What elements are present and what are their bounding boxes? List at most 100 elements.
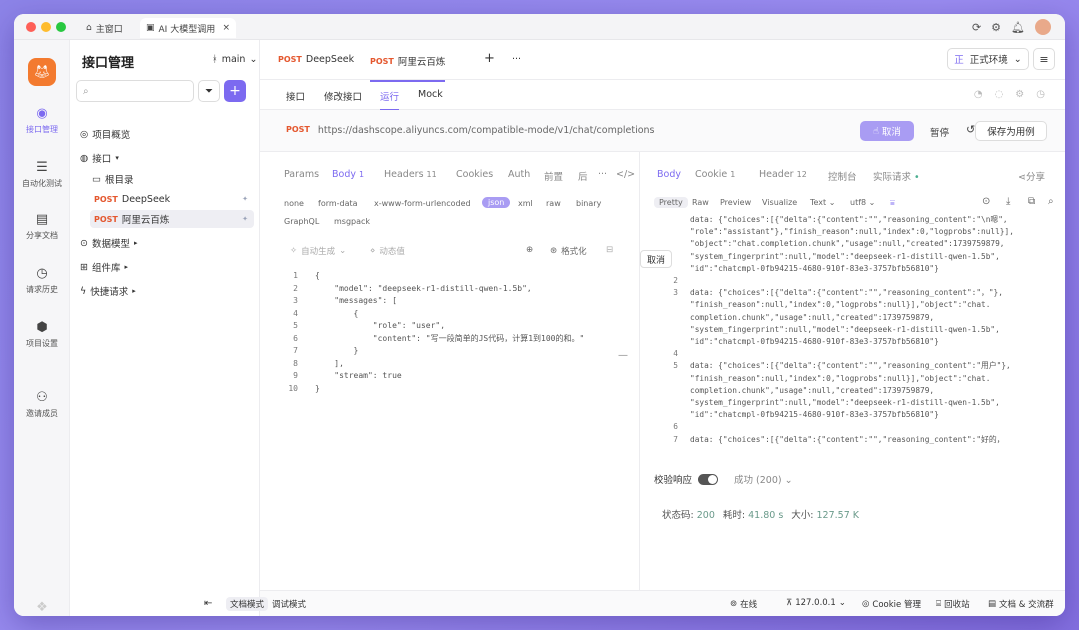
tab-deepseek[interactable]: POST DeepSeek: [278, 54, 354, 65]
bell-icon[interactable]: 🔔︎: [1011, 21, 1025, 34]
gear-icon[interactable]: ⚙: [991, 21, 1001, 34]
tab-main-window[interactable]: ⌂ 主窗口: [80, 18, 129, 38]
filter-icon[interactable]: ⩸: [890, 198, 895, 208]
req-tab-body[interactable]: Body 1: [332, 169, 364, 180]
minimize-window-button[interactable]: [41, 22, 51, 32]
search-input[interactable]: ⌕: [76, 80, 194, 102]
req-tab-auth[interactable]: Auth: [508, 169, 530, 180]
validation-select[interactable]: 成功 (200) ⌄: [734, 472, 793, 486]
view-text[interactable]: Text ⌄: [810, 198, 835, 207]
body-type-msgpack[interactable]: msgpack: [334, 217, 370, 226]
tree-item-data-models[interactable]: ⊙ 数据模型 ▸: [76, 234, 254, 252]
rail-item-invite[interactable]: ⚇ 邀请成员: [14, 390, 70, 419]
online-status[interactable]: ⊚ 在线: [730, 598, 757, 610]
resp-tab-cookie[interactable]: Cookie 1: [695, 169, 735, 180]
view-raw[interactable]: Raw: [692, 198, 709, 207]
subtab-api[interactable]: 接口: [286, 89, 305, 103]
tree-item-aliyun[interactable]: POST 阿里云百炼 ✦: [90, 210, 254, 228]
auto-generate-button[interactable]: ✧ 自动生成 ⌄: [290, 245, 346, 257]
dynamic-value-button[interactable]: ⋄ 动态值: [370, 245, 405, 257]
body-type-graphql[interactable]: GraphQL: [284, 217, 319, 226]
search-icon[interactable]: ⌕: [1048, 196, 1054, 207]
filter-button[interactable]: ⏷: [198, 80, 220, 102]
add-circle-icon[interactable]: ⊕: [526, 245, 533, 255]
collapse-sidebar-icon[interactable]: ⇤: [204, 598, 212, 609]
response-cancel-button[interactable]: 取消: [640, 250, 672, 268]
rail-item-settings[interactable]: ⬢ 项目设置: [14, 320, 70, 349]
refresh-icon[interactable]: ⟳: [972, 21, 981, 34]
compass-icon[interactable]: ◔: [974, 89, 983, 100]
pause-button[interactable]: 暂停: [930, 125, 949, 139]
more-icon[interactable]: ···: [598, 169, 607, 180]
view-visualize[interactable]: Visualize: [762, 198, 797, 207]
body-type-none[interactable]: none: [284, 199, 304, 208]
req-tab-headers[interactable]: Headers 11: [384, 169, 437, 180]
collapse-handle[interactable]: —: [618, 350, 628, 361]
more-tabs-button[interactable]: ···: [512, 54, 521, 65]
download-icon[interactable]: ⤓: [1006, 196, 1010, 207]
share-button[interactable]: ⋖分享: [1018, 169, 1045, 183]
req-tab-post[interactable]: 后: [578, 169, 588, 183]
view-preview[interactable]: Preview: [720, 198, 751, 207]
maximize-window-button[interactable]: [56, 22, 66, 32]
encoding-select[interactable]: utf8 ⌄: [850, 198, 875, 207]
resp-tab-console[interactable]: 控制台: [828, 169, 857, 183]
upload-icon[interactable]: ⊙: [982, 196, 990, 207]
body-type-binary[interactable]: binary: [576, 199, 601, 208]
code-icon[interactable]: </>: [616, 169, 635, 180]
format-button[interactable]: ⊛ 格式化: [550, 245, 587, 257]
cookie-manager-button[interactable]: ◎ Cookie 管理: [862, 598, 921, 610]
tree-item-quick-requests[interactable]: ϟ 快捷请求 ▸: [76, 282, 254, 300]
subtab-edit[interactable]: 修改接口: [324, 89, 362, 103]
settings-icon[interactable]: ⚙: [1015, 89, 1024, 100]
url-field[interactable]: POST https://dashscope.aliyuncs.com/comp…: [286, 125, 655, 136]
req-tab-pre[interactable]: 前置: [544, 169, 563, 183]
resp-tab-header[interactable]: Header 12: [759, 169, 807, 180]
view-pretty[interactable]: Pretty: [654, 197, 688, 208]
menu-button[interactable]: ≡: [1033, 48, 1055, 70]
body-type-urlencoded[interactable]: x-www-form-urlencoded: [374, 199, 471, 208]
clock-icon[interactable]: ◷: [1036, 89, 1045, 100]
copy-icon[interactable]: ⧉: [1028, 196, 1035, 207]
req-tab-params[interactable]: Params: [284, 169, 319, 180]
cancel-button[interactable]: ☝ 取消: [860, 121, 914, 141]
debug-mode-button[interactable]: 调试模式: [272, 598, 306, 610]
body-type-xml[interactable]: xml: [518, 199, 533, 208]
tree-item-interfaces[interactable]: ◍ 接口 ▾: [76, 149, 254, 167]
line-number: 7: [293, 346, 298, 355]
tree-item-overview[interactable]: ◎ 项目概览: [76, 125, 254, 143]
resp-tab-actual-request[interactable]: 实际请求 •: [873, 169, 920, 183]
req-tab-cookies[interactable]: Cookies: [456, 169, 493, 180]
reset-icon[interactable]: ↺: [966, 123, 975, 136]
validate-toggle[interactable]: [698, 473, 719, 485]
doc-mode-button[interactable]: 文档模式: [226, 597, 269, 611]
tree-item-deepseek[interactable]: POST DeepSeek ✦: [90, 190, 254, 208]
rail-item-automation[interactable]: ☰ 自动化测试: [14, 160, 70, 189]
rail-item-share-docs[interactable]: ▤ 分享文档: [14, 212, 70, 241]
tab-aliyun[interactable]: POST 阿里云百炼: [370, 54, 446, 82]
close-window-button[interactable]: [26, 22, 36, 32]
tree-item-root[interactable]: ▭ 根目录: [88, 170, 266, 188]
clear-icon[interactable]: ⊟: [606, 245, 613, 255]
body-type-json[interactable]: json: [482, 197, 511, 208]
code-icon[interactable]: ◌: [995, 89, 1004, 100]
subtab-run[interactable]: 运行: [380, 89, 400, 111]
close-icon[interactable]: ×: [222, 23, 230, 33]
body-type-form-data[interactable]: form-data: [318, 199, 358, 208]
branch-selector[interactable]: ᚼ main ⌄: [212, 54, 257, 65]
docs-community-button[interactable]: ▤ 文档 & 交流群: [988, 598, 1054, 610]
rail-item-api[interactable]: ◉ 接口管理: [14, 106, 70, 135]
save-as-case-button[interactable]: 保存为用例: [975, 121, 1047, 141]
subtab-mock[interactable]: Mock: [418, 89, 443, 100]
tab-ai-model[interactable]: ▣ AI 大模型调用 ×: [140, 18, 236, 38]
new-tab-button[interactable]: +: [484, 51, 495, 66]
proxy-select[interactable]: ⊼ 127.0.0.1 ⌄: [786, 598, 846, 608]
add-button[interactable]: +: [224, 80, 246, 102]
avatar[interactable]: [1035, 19, 1051, 35]
environment-select[interactable]: 正 正式环境 ⌄: [947, 48, 1029, 70]
resp-tab-body[interactable]: Body: [657, 169, 681, 180]
tree-item-components[interactable]: ⊞ 组件库 ▸: [76, 258, 254, 276]
recycle-bin-button[interactable]: ⌸ 回收站: [936, 598, 970, 610]
rail-item-history[interactable]: ◷ 请求历史: [14, 266, 70, 295]
body-type-raw[interactable]: raw: [546, 199, 561, 208]
